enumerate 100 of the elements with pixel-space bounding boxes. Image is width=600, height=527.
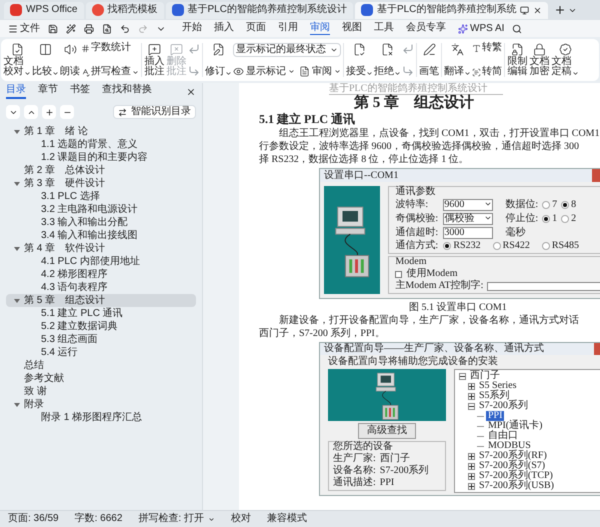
advanced-search-button[interactable]: 高级查找	[358, 423, 416, 439]
toc-item[interactable]: 第 3 章 硬件设计	[6, 177, 196, 190]
toc-item[interactable]: 5.2 建立数据词典	[6, 320, 196, 333]
ribbon-button[interactable]: 拼写检查	[81, 67, 139, 77]
next-icon[interactable]	[402, 65, 414, 77]
device-tree-item[interactable]: S5系列	[477, 391, 512, 401]
pane-tab[interactable]: 查找和替换	[102, 85, 152, 99]
expand-box-icon[interactable]	[468, 382, 475, 390]
collapse-box-icon[interactable]	[468, 402, 475, 410]
ai-button[interactable]: WPS AI	[458, 24, 504, 34]
status-item[interactable]: 字数: 6662	[74, 514, 122, 524]
expand-box-icon[interactable]	[468, 452, 475, 460]
expanded-arrow-icon[interactable]	[14, 180, 20, 186]
radio-button[interactable]	[542, 201, 550, 209]
menu-tab[interactable]: 引用	[278, 22, 298, 34]
outline-tool-button[interactable]	[24, 105, 38, 119]
toc-item[interactable]: 4.3 语句表程序	[6, 281, 196, 294]
markup-select[interactable]: 显示标记的最终状态	[233, 43, 341, 57]
toc-item[interactable]: 5.1 建立 PLC 通讯	[6, 307, 196, 320]
toc-item[interactable]: 3.4 输入和输出接线图	[6, 229, 196, 242]
save-icon[interactable]	[48, 24, 58, 34]
device-tree-item[interactable]: PPI	[486, 411, 504, 421]
pane-tab[interactable]: 章节	[38, 85, 58, 99]
ribbon-button[interactable]: 插入批注	[144, 43, 165, 77]
toc-item[interactable]: 3.3 输入和输出分配	[6, 216, 196, 229]
radio-button[interactable]	[443, 242, 452, 250]
expand-box-icon[interactable]	[468, 482, 475, 490]
pane-tab[interactable]: 书签	[70, 85, 90, 99]
document-tab[interactable]: 基于PLC的智能鸽养殖控制系统设计	[166, 2, 353, 18]
expanded-arrow-icon[interactable]	[14, 402, 20, 408]
previous-icon[interactable]	[402, 43, 414, 55]
toc-item[interactable]: 致 谢	[6, 385, 196, 398]
parity-select[interactable]: 偶校验	[443, 213, 494, 225]
print-icon[interactable]	[84, 24, 94, 34]
device-tree-item[interactable]: S5 Series	[477, 381, 518, 391]
monitor-icon[interactable]	[520, 6, 530, 14]
device-tree-item[interactable]: S7-200系列(RF)	[477, 451, 549, 461]
toc-item[interactable]: 5.3 组态画面	[6, 333, 196, 346]
timeout-field[interactable]: 3000	[443, 227, 494, 239]
undo-icon[interactable]	[120, 24, 130, 34]
toc-item[interactable]: 3.2 主电路和电源设计	[6, 203, 196, 216]
menu-tab[interactable]: 插入	[214, 22, 234, 34]
device-tree-item[interactable]: 西门子	[468, 371, 502, 381]
ribbon-button[interactable]: 画笔	[419, 43, 439, 77]
toc-item[interactable]: 第 2 章 总体设计	[6, 164, 196, 177]
ribbon-button[interactable]: 修订	[205, 43, 232, 77]
toc-item[interactable]: 第 1 章 绪 论	[6, 125, 196, 138]
expanded-arrow-icon[interactable]	[14, 128, 20, 134]
expand-box-icon[interactable]	[468, 462, 475, 470]
ribbon-button[interactable]: 比较	[32, 43, 59, 77]
status-item[interactable]: 拼写检查: 打开	[138, 514, 215, 524]
menu-tab[interactable]: 视图	[342, 22, 362, 34]
document-tab[interactable]: 找稻壳模板	[86, 2, 164, 18]
expand-box-icon[interactable]	[468, 472, 475, 480]
status-item[interactable]: 页面: 36/59	[8, 514, 59, 524]
menu-tab[interactable]: 会员专享	[406, 22, 446, 34]
toc-item[interactable]: 参考文献	[6, 372, 196, 385]
collapse-box-icon[interactable]	[459, 372, 466, 380]
close-icon[interactable]	[533, 6, 542, 14]
close-icon[interactable]	[186, 87, 196, 97]
ribbon-button[interactable]: 审阅	[299, 66, 341, 77]
outline-tool-button[interactable]	[42, 105, 56, 119]
menu-tab[interactable]: 审阅	[310, 22, 330, 34]
smart-toc-button[interactable]: 智能识别目录	[113, 105, 196, 119]
new-tab-icon[interactable]	[554, 4, 566, 16]
toc-item[interactable]: 4.1 PLC 内部使用地址	[6, 255, 196, 268]
outline-tool-button[interactable]	[60, 105, 74, 119]
device-tree-item[interactable]: S7-200系列(S7)	[477, 461, 548, 471]
toc-item[interactable]: 1.1 选题的背景、意义	[6, 138, 196, 151]
checkbox[interactable]	[395, 270, 402, 278]
device-tree-item[interactable]: S7-200系列	[477, 401, 530, 411]
status-item[interactable]: 校对	[230, 514, 251, 524]
document-tab[interactable]: 基于PLC的智能鸽养殖控制系统	[354, 2, 548, 18]
preview-icon[interactable]	[102, 24, 112, 34]
ribbon-button[interactable]: 拒绝	[374, 43, 401, 77]
wand-icon[interactable]	[66, 24, 76, 34]
ribbon-button[interactable]: 翻译	[444, 43, 471, 77]
toc-item[interactable]: 1.2 课题目的和主要内容	[6, 151, 196, 164]
toc-item[interactable]: 3.1 PLC 选择	[6, 190, 196, 203]
radio-button[interactable]	[561, 215, 570, 223]
ribbon-button[interactable]: 接受	[346, 43, 373, 77]
baud-select[interactable]: 9600	[443, 199, 494, 211]
toc-item[interactable]: 第 5 章 组态设计	[6, 294, 196, 307]
ribbon-button[interactable]: 转繁	[472, 43, 502, 53]
toc-item[interactable]: 第 4 章 软件设计	[6, 242, 196, 255]
ribbon-button[interactable]: 显示标记	[233, 66, 295, 77]
toc-item[interactable]: 附录	[6, 398, 196, 411]
expand-box-icon[interactable]	[468, 392, 475, 400]
pane-tab[interactable]: 目录	[6, 85, 26, 99]
toc-item[interactable]: 5.4 运行	[6, 346, 196, 359]
previous-icon[interactable]	[188, 43, 200, 55]
device-tree-item[interactable]: S7-200系列(USB)	[477, 481, 556, 491]
next-icon[interactable]	[188, 65, 200, 77]
menu-tab[interactable]: 工具	[374, 22, 394, 34]
ribbon-button[interactable]: 字数统计	[81, 43, 139, 53]
device-tree-item[interactable]: S7-200系列(TCP)	[477, 471, 555, 481]
ribbon-button[interactable]: 文档校对	[3, 43, 31, 77]
document-tab[interactable]: WPS Office	[4, 2, 84, 18]
toc-item[interactable]: 总结	[6, 359, 196, 372]
menu-tab[interactable]: 开始	[182, 22, 202, 34]
